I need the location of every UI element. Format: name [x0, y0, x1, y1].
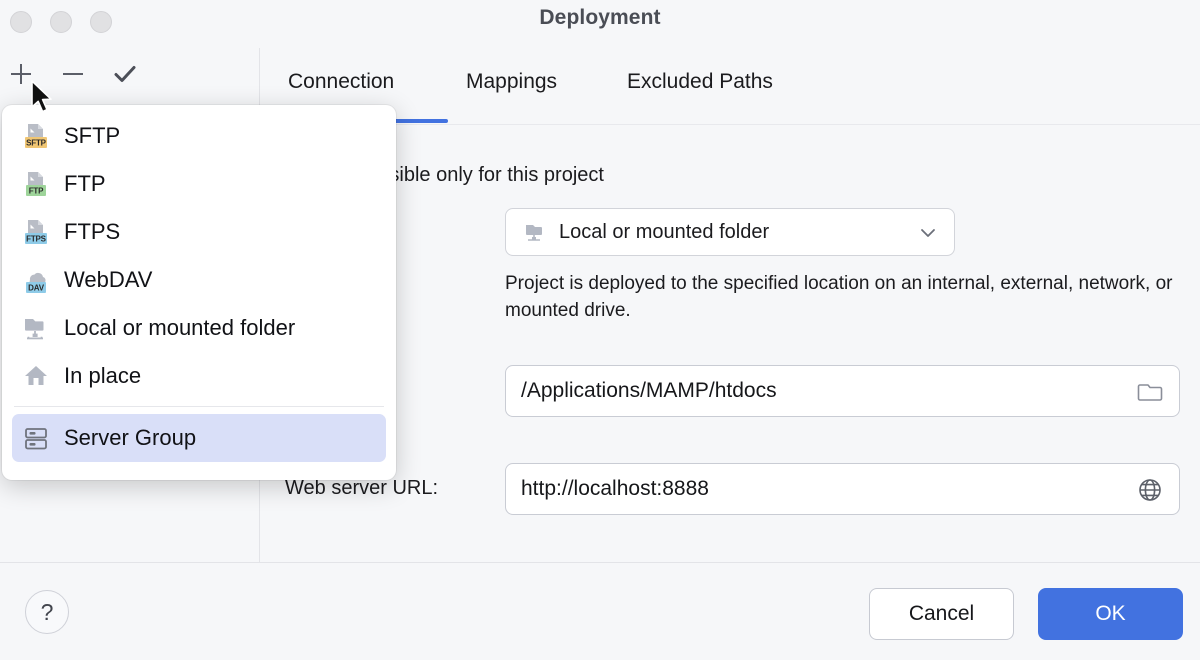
globe-icon[interactable]: [1137, 477, 1163, 508]
menu-item-label: Local or mounted folder: [64, 315, 295, 341]
folder-path-value: /Applications/MAMP/htdocs: [521, 379, 777, 403]
menu-item-label: In place: [64, 363, 141, 389]
connection-type-select[interactable]: Local or mounted folder: [505, 208, 955, 256]
server-group-icon: [16, 424, 56, 452]
web-server-url-label: Web server URL:: [285, 477, 438, 500]
network-folder-icon: [523, 220, 547, 244]
menu-item-ftps[interactable]: FTPS FTPS: [12, 208, 386, 256]
menu-separator: [14, 406, 384, 407]
deployment-dialog: Deployment Connection Mappings Excluded …: [0, 0, 1200, 660]
dialog-footer: ?: [0, 563, 1200, 660]
set-default-server-button[interactable]: [104, 56, 146, 92]
connection-type-description: Project is deployed to the specified loc…: [505, 270, 1185, 324]
ftps-file-icon: FTPS: [16, 218, 56, 246]
connection-panel: Visible only for this project Local or m…: [260, 125, 1200, 562]
menu-item-in-place[interactable]: In place: [12, 352, 386, 400]
cloud-icon: DAV: [16, 266, 56, 294]
menu-item-sftp[interactable]: SFTP SFTP: [12, 112, 386, 160]
folder-icon[interactable]: [1137, 379, 1163, 410]
menu-item-label: WebDAV: [64, 267, 152, 293]
ftp-file-icon: FTP: [16, 170, 56, 198]
visible-only-label: Visible only for this project: [372, 164, 604, 187]
menu-item-label: FTP: [64, 171, 106, 197]
ok-button[interactable]: OK: [1038, 588, 1183, 640]
menu-item-label: Server Group: [64, 425, 196, 451]
chevron-down-icon: [919, 225, 937, 246]
web-server-url-value: http://localhost:8888: [521, 477, 709, 501]
mouse-cursor: [30, 80, 56, 123]
svg-text:FTPS: FTPS: [26, 234, 47, 243]
svg-text:SFTP: SFTP: [26, 138, 47, 147]
minus-icon: [60, 61, 86, 87]
title-bar: Deployment: [0, 0, 1200, 48]
tab-connection[interactable]: Connection: [288, 70, 394, 94]
svg-text:DAV: DAV: [28, 283, 45, 292]
tab-mappings[interactable]: Mappings: [466, 70, 557, 94]
sftp-file-icon: SFTP: [16, 122, 56, 150]
home-icon: [16, 362, 56, 390]
menu-item-local-or-mounted-folder[interactable]: Local or mounted folder: [12, 304, 386, 352]
web-server-url-field[interactable]: http://localhost:8888: [505, 463, 1180, 515]
menu-item-ftp[interactable]: FTP FTP: [12, 160, 386, 208]
connection-type-value: Local or mounted folder: [559, 221, 769, 244]
remove-server-button[interactable]: [52, 56, 94, 92]
add-server-menu: SFTP SFTP FTP FTP: [2, 105, 396, 480]
window-title: Deployment: [0, 6, 1200, 30]
menu-item-label: FTPS: [64, 219, 120, 245]
network-folder-icon: [16, 314, 56, 342]
tab-excluded-paths[interactable]: Excluded Paths: [627, 70, 773, 94]
tab-bar: Connection Mappings Excluded Paths: [260, 70, 1200, 125]
cancel-button[interactable]: Cancel: [869, 588, 1014, 640]
menu-item-server-group[interactable]: Server Group: [12, 414, 386, 462]
check-icon: [112, 61, 138, 87]
help-button[interactable]: ?: [25, 590, 69, 634]
svg-text:FTP: FTP: [29, 186, 44, 195]
menu-item-webdav[interactable]: DAV WebDAV: [12, 256, 386, 304]
menu-item-label: SFTP: [64, 123, 120, 149]
folder-path-field[interactable]: /Applications/MAMP/htdocs: [505, 365, 1180, 417]
